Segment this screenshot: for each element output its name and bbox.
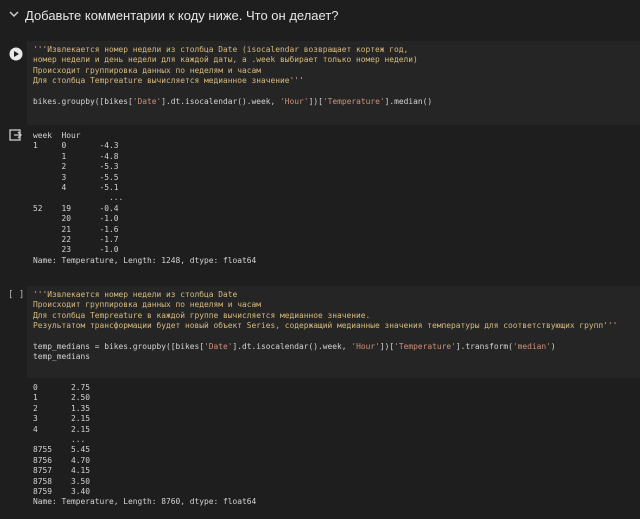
- code-token: ].dt.isocalendar().week,: [161, 97, 281, 107]
- code-string: 'Temperature': [322, 97, 385, 107]
- docstring-line: номер недели и день недели для каждой да…: [33, 55, 418, 65]
- output-row: 8759 3.40: [33, 487, 91, 497]
- output-row: 22 -1.7: [33, 235, 119, 245]
- code-token: ): [550, 342, 556, 352]
- output-row: 8756 4.70: [33, 455, 91, 465]
- docstring-line: Происходит группировка данных по неделям…: [33, 300, 262, 310]
- code-string: 'median': [512, 342, 551, 352]
- docstring-line: '''Извлекается номер недели из столбца D…: [33, 45, 409, 54]
- code-editor-2[interactable]: '''Извлекается номер недели из столбца D…: [33, 290, 617, 363]
- output-row: 1 0 -4.3: [33, 141, 119, 151]
- code-string: 'Date': [204, 342, 233, 352]
- output-row: 21 -1.6: [33, 224, 119, 234]
- output-row: 4 -5.1: [33, 183, 119, 193]
- run-cell-icon[interactable]: [9, 47, 23, 61]
- code-string: 'Hour': [351, 342, 380, 352]
- docstring-line: '''Извлекается номер недели из столбца D…: [33, 290, 238, 299]
- output-row: 20 -1.0: [33, 214, 119, 224]
- docstring-line: Происходит группировка данных по неделям…: [33, 65, 262, 75]
- output-header: week Hour: [33, 131, 81, 140]
- output-row: 2 1.35: [33, 403, 91, 413]
- code-token: ])[: [308, 97, 323, 107]
- output-row: 8757 4.15: [33, 466, 91, 476]
- docstring-line: Результатом трансформации будет новый об…: [33, 321, 618, 331]
- output-row: ...: [33, 435, 86, 445]
- output-row: 3 2.15: [33, 414, 91, 424]
- output-row: 0 2.75: [33, 383, 91, 392]
- code-editor-1[interactable]: '''Извлекается номер недели из столбца D…: [33, 45, 432, 107]
- code-string: 'Date': [132, 97, 162, 107]
- code-token: ])[: [379, 342, 395, 352]
- output-footer: Name: Temperature, Length: 1248, dtype: …: [33, 255, 257, 265]
- docstring-line: Для столбца Tempreature в каждой группе …: [33, 310, 371, 320]
- code-token: ].dt.isocalendar().week,: [232, 342, 352, 352]
- output-row: 2 -5.3: [33, 162, 119, 172]
- chevron-down-icon[interactable]: [9, 9, 19, 19]
- output-2: 0 2.75 1 2.50 2 1.35 3 2.15 4 2.15 ... 8…: [33, 383, 256, 508]
- cell-execution-prompt[interactable]: [ ]: [8, 290, 24, 300]
- code-token: bikes.groupby([bikes[: [33, 97, 133, 107]
- code-token: temp_medians = bikes.groupby([bikes[: [33, 342, 205, 352]
- output-1: week Hour 1 0 -4.3 1 -4.8 2 -5.3 3 -5.5 …: [33, 131, 256, 266]
- output-options-icon[interactable]: [9, 129, 23, 141]
- output-footer: Name: Temperature, Length: 8760, dtype: …: [33, 497, 257, 507]
- section-header[interactable]: Добавьте комментарии к коду ниже. Что он…: [0, 0, 640, 32]
- code-token: ].transform(: [455, 342, 513, 352]
- output-row: 3 -5.5: [33, 172, 119, 182]
- section-title: Добавьте комментарии к коду ниже. Что он…: [25, 8, 339, 23]
- output-row: 52 19 -0.4: [33, 203, 119, 213]
- code-token: ].median(): [384, 97, 433, 107]
- output-row: 4 2.15: [33, 424, 91, 434]
- code-string: 'Hour': [280, 97, 309, 107]
- output-row: 1 2.50: [33, 393, 91, 403]
- output-row: 8755 5.45: [33, 445, 91, 455]
- code-token: temp_medians: [33, 352, 91, 362]
- output-row: 23 -1.0: [33, 245, 119, 255]
- output-row: 8758 3.50: [33, 476, 91, 486]
- docstring-line: Для столбца Tempreature вычисляется меди…: [33, 76, 304, 86]
- output-row: 1 -4.8: [33, 151, 119, 161]
- code-string: 'Temperature': [394, 342, 456, 352]
- output-row: ...: [33, 193, 124, 203]
